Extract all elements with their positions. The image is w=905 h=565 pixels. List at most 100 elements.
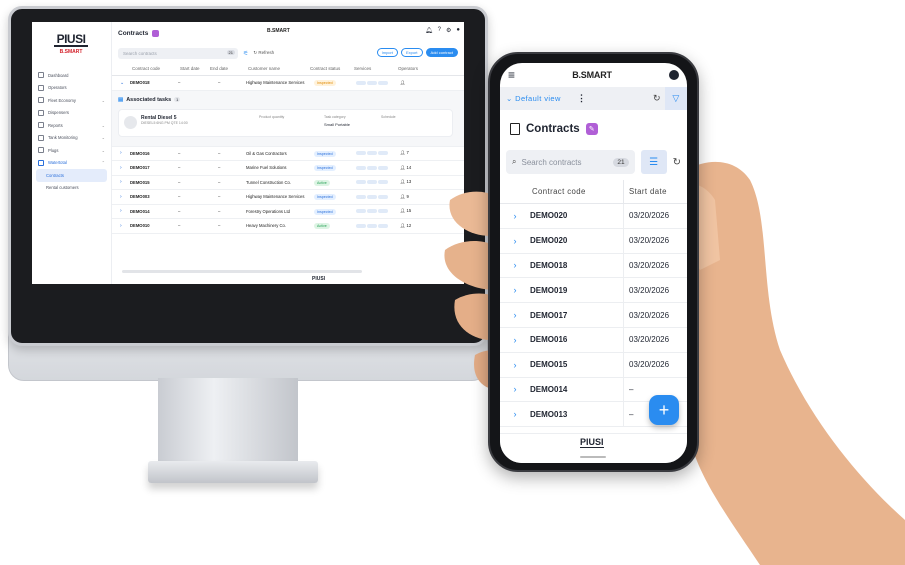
table-row[interactable]: › DEMO019 03/20/2026 — [500, 277, 687, 304]
start-date: 03/20/2026 — [623, 253, 687, 278]
user-icon[interactable] — [669, 70, 679, 80]
table-row[interactable]: › DEMO015 03/20/2026 — [500, 352, 687, 378]
chevron-right-icon[interactable]: › — [500, 360, 530, 370]
table-row[interactable]: › DEMO020 03/20/2026 — [500, 203, 687, 229]
view-selector[interactable]: ⌄ Default view ⋮ ↻ ▽ — [500, 87, 687, 110]
table-row[interactable]: › DEMO017 – – Marine Fuel Solutions Inspected… — [112, 161, 464, 176]
help-icon[interactable]: ? — [438, 27, 441, 34]
chevron-right-icon[interactable]: › — [120, 179, 130, 185]
refresh-icon[interactable]: ↻ — [653, 93, 661, 104]
sidebar-item-label: Dispensers — [48, 110, 69, 116]
chevron-right-icon[interactable]: › — [500, 236, 530, 246]
search-input[interactable]: ⌕ Search contracts 21 — [506, 150, 635, 174]
monitor-stand-neck — [158, 378, 298, 470]
sidebar-item-contracts[interactable]: Contracts — [36, 169, 107, 182]
sidebar-item-watertotal[interactable]: Watertotal ⌃ — [32, 157, 111, 170]
task-card[interactable]: Rental Diesel 5 DIESEL5 6NG PM QTE 14:00… — [118, 108, 453, 137]
chevron-right-icon[interactable]: › — [120, 165, 130, 171]
start-date: – — [178, 208, 181, 214]
services-chips — [356, 180, 400, 185]
operators-count: 👤︎ 9 — [400, 193, 409, 199]
status-badge: Inspected — [314, 208, 336, 215]
bell-icon[interactable]: 🔔︎ — [425, 27, 433, 34]
gear-icon[interactable]: ⚙︎ — [446, 27, 451, 34]
search-input[interactable]: Search contracts 21 — [118, 47, 238, 59]
table-row[interactable]: › DEMO016 – – Oil & Gas Contractors Inspected… — [112, 147, 464, 161]
sidebar-item-dispensers[interactable]: Dispensers — [32, 107, 111, 120]
contract-code: DEMO014 — [130, 208, 150, 214]
sidebar-item-rental-customers[interactable]: Rental customers — [32, 182, 111, 195]
import-button[interactable]: Import — [376, 48, 398, 57]
status-badge: Inspected — [314, 165, 336, 172]
contract-code: DEMO016 — [530, 335, 568, 345]
chevron-right-icon[interactable]: › — [500, 310, 530, 320]
column-header[interactable]: Operators — [398, 66, 428, 71]
column-header[interactable]: Services — [354, 66, 398, 71]
column-header-start-date[interactable]: Start date — [623, 179, 687, 204]
search-row: ⌕ Search contracts 21 ☰ ↻ — [500, 148, 687, 176]
column-header[interactable]: End date — [210, 66, 248, 71]
chevron-down-icon: ⌄ — [101, 122, 105, 128]
contract-code: DEMO020 — [530, 211, 568, 221]
sidebar-item-dashboard[interactable]: Dashboard — [32, 69, 111, 82]
desktop-sidebar: PIUSI B.SMART Dashboard Operators Fleet … — [32, 22, 112, 284]
dashboard-icon — [38, 72, 44, 79]
table-row[interactable]: › DEMO016 03/20/2026 — [500, 327, 687, 353]
table-row[interactable]: › DEMO018 03/20/2026 — [500, 253, 687, 279]
chevron-right-icon[interactable]: › — [120, 208, 130, 214]
chevron-right-icon[interactable]: › — [500, 211, 530, 221]
contracts-badge-icon — [152, 29, 160, 37]
horizontal-scrollbar[interactable] — [122, 270, 362, 273]
export-button[interactable]: Export — [400, 48, 423, 57]
sidebar-item-operators[interactable]: Operators — [32, 82, 111, 95]
contract-code: DEMO015 — [530, 360, 568, 370]
table-row[interactable]: › DEMO010 – – Heavy Machinery Co. Active 👤︎ 12 — [112, 219, 464, 234]
page-title: Contracts — [526, 123, 580, 135]
chevron-right-icon[interactable]: › — [500, 409, 530, 419]
column-header[interactable]: Contract code — [132, 66, 180, 71]
more-vertical-icon[interactable]: ⋮ — [577, 93, 586, 104]
column-header[interactable]: Contract status — [310, 66, 354, 71]
sidebar-item-plugs[interactable]: Plugs ⌄ — [32, 144, 111, 157]
person-icon — [38, 84, 44, 91]
table-row[interactable]: › DEMO020 03/20/2026 — [500, 228, 687, 254]
operators-count: 👤︎ 15 — [400, 208, 412, 214]
column-header[interactable]: Start date — [180, 66, 210, 71]
monitor-stand-base — [148, 461, 318, 483]
chevron-right-icon[interactable]: › — [500, 285, 530, 295]
chevron-right-icon[interactable]: › — [500, 335, 530, 345]
associated-tasks-heading: ▤ Associated tasks 1 — [118, 97, 458, 103]
filter-icon[interactable]: ▽ — [665, 87, 687, 110]
sidebar-item-label: Operators — [48, 85, 67, 91]
chevron-right-icon[interactable]: › — [500, 260, 530, 270]
table-row[interactable]: › DEMO003 – – Highway Maintenance Services In… — [112, 190, 464, 205]
table-row-expanded[interactable]: ⌄ DEMO018 – – Highway Maintenance Servic… — [112, 76, 464, 91]
tasks-icon: ▤ — [118, 96, 124, 103]
chevron-right-icon[interactable]: › — [120, 223, 130, 229]
table-row[interactable]: › DEMO017 03/20/2026 — [500, 302, 687, 328]
column-header[interactable]: Customer name — [248, 66, 310, 71]
user-icon[interactable]: ● — [456, 27, 460, 34]
tune-icon[interactable]: ☰ — [640, 150, 667, 174]
contracts-badge-icon: ✎ — [585, 123, 598, 135]
start-date: 03/20/2026 — [623, 228, 687, 254]
bsmart-brand: B.SMART — [267, 28, 290, 34]
table-row[interactable]: › DEMO014 – – Forestry Operations Ltd Inspect… — [112, 205, 464, 219]
table-row[interactable]: › DEMO015 – – Tunnel Construction Co. Active 👤… — [112, 176, 464, 190]
chevron-down-icon[interactable]: ⌄ — [120, 80, 130, 86]
chart-icon — [38, 122, 44, 129]
sidebar-item-fleet-economy[interactable]: Fleet Economy ⌄ — [32, 94, 111, 107]
chevron-right-icon[interactable]: › — [500, 384, 530, 394]
sidebar-item-reports[interactable]: Reports ⌄ — [32, 119, 111, 132]
sidebar-item-tank-monitoring[interactable]: Tank Monitoring ⌄ — [32, 132, 111, 145]
add-contract-fab[interactable]: + — [649, 395, 679, 425]
column-header-contract-code[interactable]: Contract code — [500, 187, 623, 196]
hamburger-menu-icon[interactable]: ≡ — [508, 68, 515, 82]
add-contract-button[interactable]: Add contract — [425, 48, 458, 57]
chevron-right-icon[interactable]: › — [120, 194, 130, 200]
chevron-right-icon[interactable]: › — [120, 150, 130, 156]
filter-icon[interactable]: ⚟ — [243, 50, 248, 57]
search-count: 21 — [226, 49, 235, 55]
refresh-button[interactable]: ↻ Refresh — [253, 50, 274, 56]
refresh-icon[interactable]: ↻ — [673, 157, 681, 168]
